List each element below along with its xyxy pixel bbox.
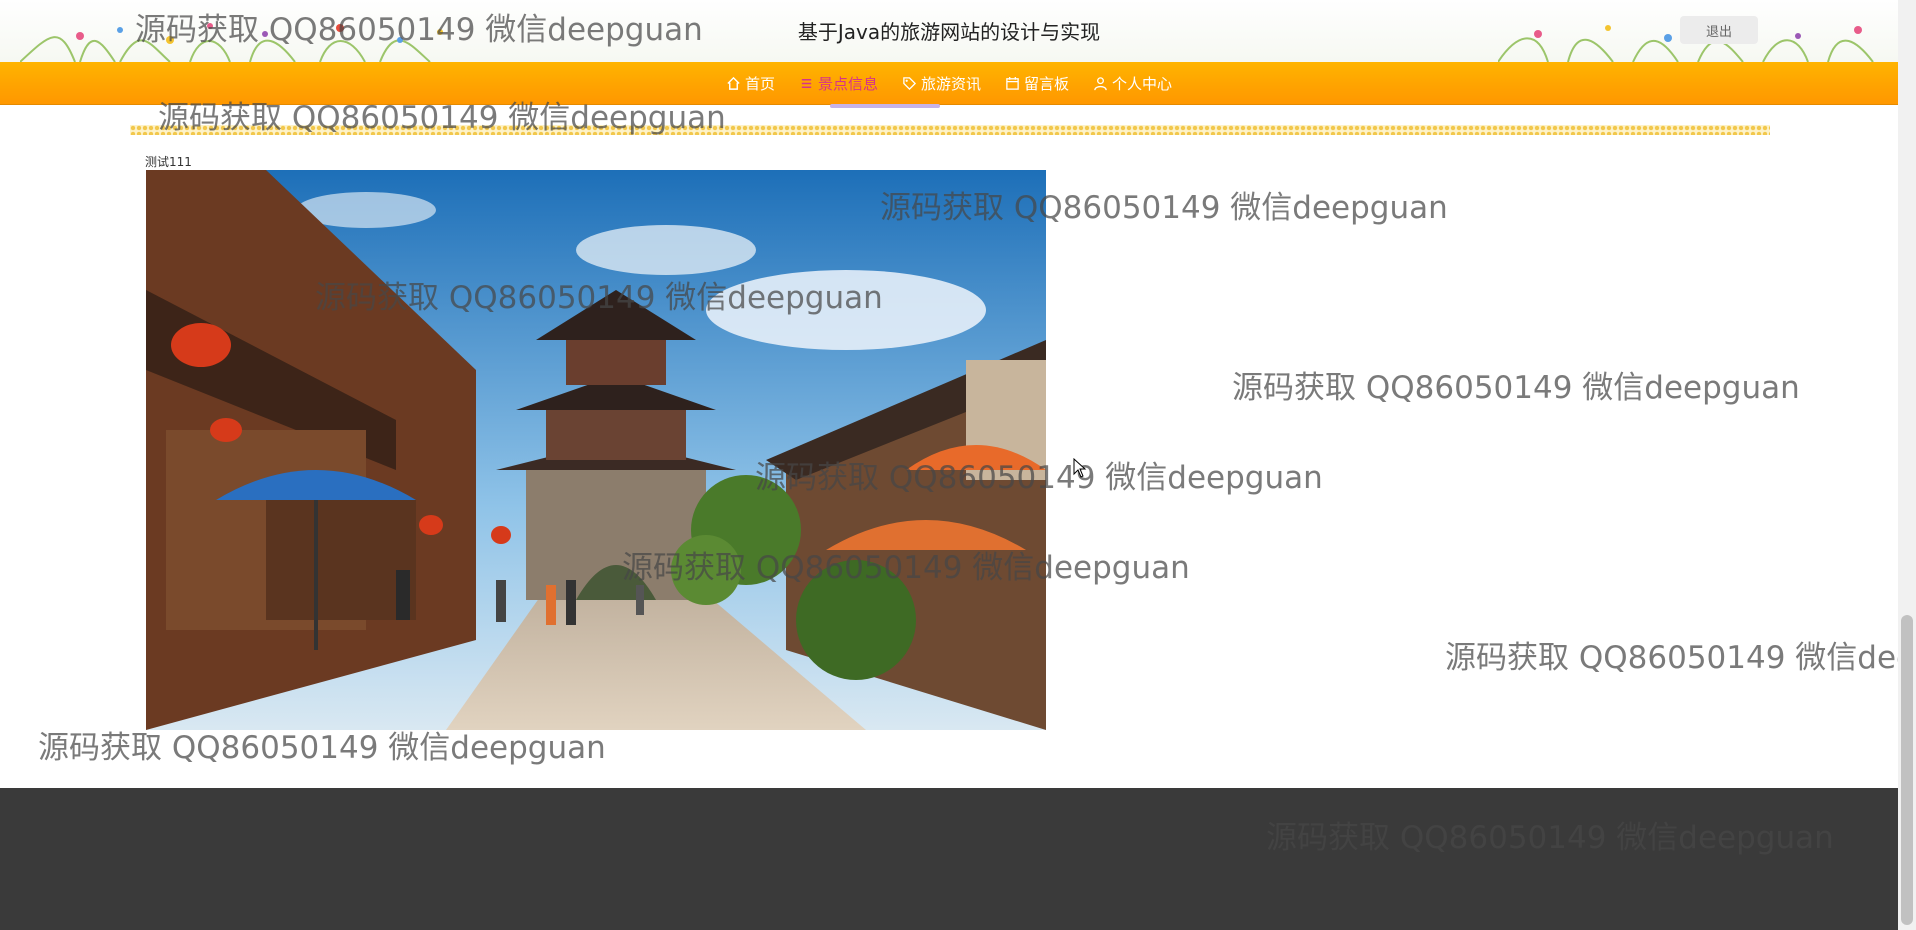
- nav-item-attractions[interactable]: 景点信息: [790, 62, 887, 104]
- list-icon: [801, 78, 812, 88]
- nav-item-message-board[interactable]: 留言板: [996, 62, 1078, 104]
- scrollbar-thumb[interactable]: [1901, 615, 1913, 925]
- calendar-icon: [1006, 76, 1019, 90]
- nav-item-travel-news[interactable]: 旅游资讯: [893, 62, 990, 104]
- site-title: 基于Java的旅游网站的设计与实现: [797, 20, 1101, 44]
- nav-item-label: 留言板: [1024, 74, 1070, 93]
- nav-item-label: 景点信息: [817, 74, 878, 93]
- nav-item-label: 个人中心: [1112, 74, 1173, 93]
- nav-item-label: 首页: [744, 74, 775, 93]
- nav-item-label: 旅游资讯: [920, 74, 981, 93]
- tag-icon: [903, 76, 917, 90]
- user-icon: [1094, 76, 1107, 90]
- dotted-divider: [130, 125, 1770, 135]
- top-header: 基于Java的旅游网站的设计与实现 退出: [0, 0, 1898, 62]
- attraction-title: 测试111: [145, 155, 192, 169]
- watermark: 源码获取 QQ86050149 微信deepguan: [1445, 640, 1898, 676]
- logout-button[interactable]: 退出: [1680, 16, 1758, 44]
- main-nav: 首页 景点信息 旅游资讯 留言板 个人中心: [0, 62, 1898, 105]
- watermark: 源码获取 QQ86050149 微信deepguan: [1232, 370, 1800, 406]
- attraction-image[interactable]: [146, 170, 1046, 730]
- page-footer: [0, 788, 1898, 930]
- active-tab-indicator: [830, 104, 940, 108]
- home-icon: [727, 76, 740, 90]
- nav-item-home[interactable]: 首页: [717, 62, 784, 104]
- scene-photo: [146, 170, 1046, 730]
- mouse-cursor-icon: [1073, 458, 1087, 478]
- nav-item-personal-center[interactable]: 个人中心: [1084, 62, 1181, 104]
- vertical-scrollbar[interactable]: [1898, 0, 1916, 930]
